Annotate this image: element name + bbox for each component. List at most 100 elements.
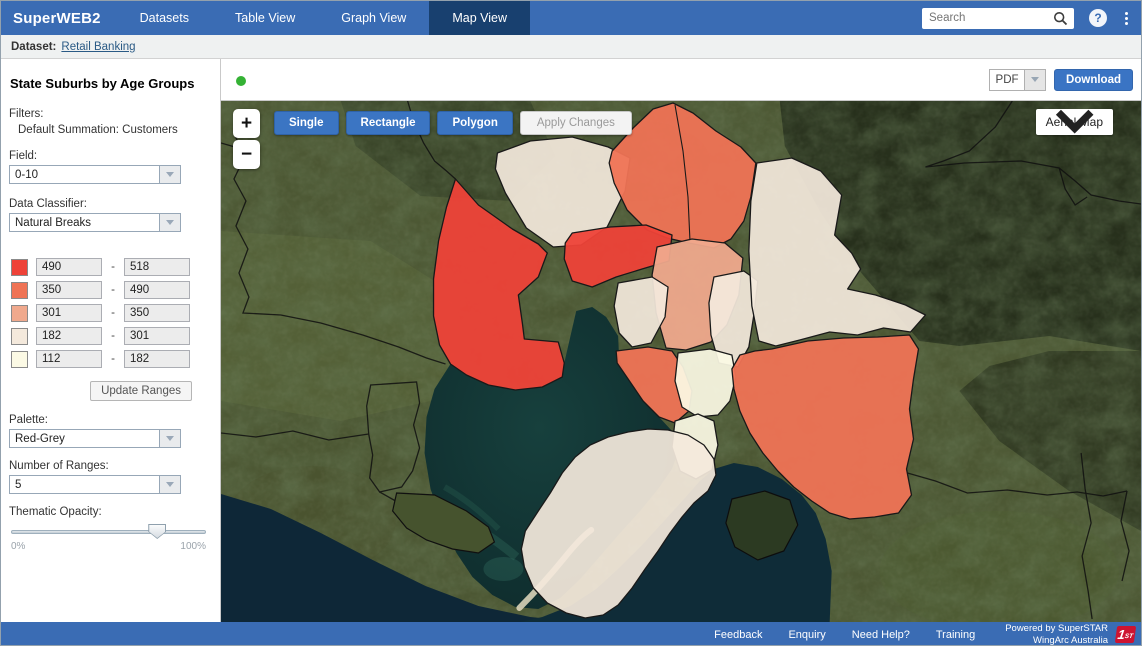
range-to-input[interactable]	[124, 258, 190, 276]
nav-item-map-view[interactable]: Map View	[429, 1, 530, 35]
export-format-select[interactable]: PDF	[989, 69, 1025, 91]
status-indicator-dot	[236, 76, 246, 86]
range-to-input[interactable]	[124, 327, 190, 345]
main-nav: Datasets Table View Graph View Map View	[117, 1, 530, 35]
rectangle-select-button[interactable]: Rectangle	[346, 111, 431, 135]
number-of-ranges-select-button[interactable]	[159, 476, 180, 493]
filters-label: Filters:	[9, 108, 220, 120]
field-select-value: 0-10	[10, 169, 159, 181]
footer-link-feedback[interactable]: Feedback	[714, 629, 762, 641]
range-color-swatch	[11, 328, 28, 345]
range-color-swatch	[11, 282, 28, 299]
data-classifier-label: Data Classifier:	[9, 198, 220, 210]
chevron-down-icon	[166, 172, 174, 177]
map-settings-sidebar: State Suburbs by Age Groups Filters: Def…	[1, 59, 221, 622]
chevron-down-icon	[166, 220, 174, 225]
range-to-input[interactable]	[124, 350, 190, 368]
selection-tools: Single Rectangle Polygon Apply Changes	[274, 111, 632, 135]
dataset-bar: Dataset: Retail Banking	[1, 35, 1141, 59]
field-select-button[interactable]	[159, 166, 180, 183]
zoom-in-button[interactable]: +	[233, 109, 260, 138]
footer-bar: Feedback Enquiry Need Help? Training Pow…	[1, 622, 1141, 646]
range-row: -	[11, 304, 220, 322]
dataset-link[interactable]: Retail Banking	[61, 41, 135, 53]
zoom-out-button[interactable]: −	[233, 140, 260, 169]
palette-value: Red-Grey	[10, 433, 159, 445]
nav-item-table-view[interactable]: Table View	[212, 1, 318, 35]
page-title: State Suburbs by Age Groups	[10, 76, 211, 91]
range-row: -	[11, 350, 220, 368]
number-of-ranges-select[interactable]: 5	[9, 475, 181, 494]
map-canvas[interactable]: + − Single Rectangle Polygon Apply Chang…	[221, 101, 1141, 622]
polygon-select-button[interactable]: Polygon	[437, 111, 512, 135]
number-of-ranges-label: Number of Ranges:	[9, 460, 220, 472]
slider-handle[interactable]	[148, 524, 166, 539]
field-select[interactable]: 0-10	[9, 165, 181, 184]
app-window: SuperWEB2 Datasets Table View Graph View…	[0, 0, 1142, 646]
download-button[interactable]: Download	[1054, 69, 1133, 91]
app-brand: SuperWEB2	[1, 1, 117, 35]
chevron-down-icon	[1031, 77, 1039, 82]
range-color-swatch	[11, 259, 28, 276]
range-separator: -	[102, 330, 124, 342]
data-classifier-select-button[interactable]	[159, 214, 180, 231]
help-icon[interactable]: ?	[1089, 9, 1107, 27]
chevron-down-icon	[166, 482, 174, 487]
export-format-dropdown-button[interactable]	[1025, 69, 1046, 91]
footer-link-training[interactable]: Training	[936, 629, 975, 641]
map-toolbar: PDF Download	[221, 59, 1141, 101]
search-input[interactable]	[922, 8, 1074, 29]
range-color-swatch	[11, 351, 28, 368]
thematic-opacity-label: Thematic Opacity:	[9, 506, 220, 518]
range-to-input[interactable]	[124, 304, 190, 322]
top-navbar: SuperWEB2 Datasets Table View Graph View…	[1, 1, 1141, 35]
nav-item-datasets[interactable]: Datasets	[117, 1, 212, 35]
range-from-input[interactable]	[36, 258, 102, 276]
palette-select-button[interactable]	[159, 430, 180, 447]
thematic-opacity-slider	[11, 527, 206, 540]
overflow-menu-icon[interactable]	[1122, 9, 1131, 28]
basemap-selector[interactable]: Aerial Map	[1036, 109, 1113, 135]
single-select-button[interactable]: Single	[274, 111, 339, 135]
navbar-right-group: ?	[922, 1, 1141, 35]
map-panel: PDF Download	[221, 59, 1141, 622]
footer-link-enquiry[interactable]: Enquiry	[788, 629, 825, 641]
search-box	[922, 8, 1074, 29]
range-row: -	[11, 327, 220, 345]
number-of-ranges-value: 5	[10, 479, 159, 491]
data-classifier-value: Natural Breaks	[10, 217, 159, 229]
range-separator: -	[102, 353, 124, 365]
footer-links: Feedback Enquiry Need Help? Training	[714, 629, 975, 641]
slider-scale-labels: 0% 100%	[11, 541, 206, 552]
slider-min-label: 0%	[11, 541, 25, 552]
nav-item-graph-view[interactable]: Graph View	[318, 1, 429, 35]
range-row: -	[11, 258, 220, 276]
update-ranges-button[interactable]: Update Ranges	[90, 381, 192, 401]
range-separator: -	[102, 261, 124, 273]
palette-select[interactable]: Red-Grey	[9, 429, 181, 448]
dataset-label: Dataset:	[11, 41, 56, 53]
range-separator: -	[102, 307, 124, 319]
range-from-input[interactable]	[36, 350, 102, 368]
range-color-swatch	[11, 305, 28, 322]
palette-label: Palette:	[9, 414, 220, 426]
range-from-input[interactable]	[36, 304, 102, 322]
powered-by-text: Powered by SuperSTAR WingArc Australia	[1005, 623, 1108, 645]
map-svg	[221, 101, 1141, 622]
range-row: -	[11, 281, 220, 299]
map-zoom-controls: + −	[233, 109, 260, 169]
slider-track[interactable]	[11, 530, 206, 534]
range-to-input[interactable]	[124, 281, 190, 299]
range-from-input[interactable]	[36, 327, 102, 345]
wingarc1st-logo: 1ST	[1115, 626, 1136, 643]
data-classifier-select[interactable]: Natural Breaks	[9, 213, 181, 232]
default-summation: Default Summation: Customers	[18, 124, 220, 136]
slider-max-label: 100%	[180, 541, 206, 552]
chevron-down-icon	[1036, 109, 1113, 135]
footer-link-need-help[interactable]: Need Help?	[852, 629, 910, 641]
search-icon[interactable]	[1053, 11, 1068, 26]
range-editor: - - - -	[1, 258, 220, 368]
chevron-down-icon	[166, 436, 174, 441]
apply-changes-button[interactable]: Apply Changes	[520, 111, 632, 135]
range-from-input[interactable]	[36, 281, 102, 299]
